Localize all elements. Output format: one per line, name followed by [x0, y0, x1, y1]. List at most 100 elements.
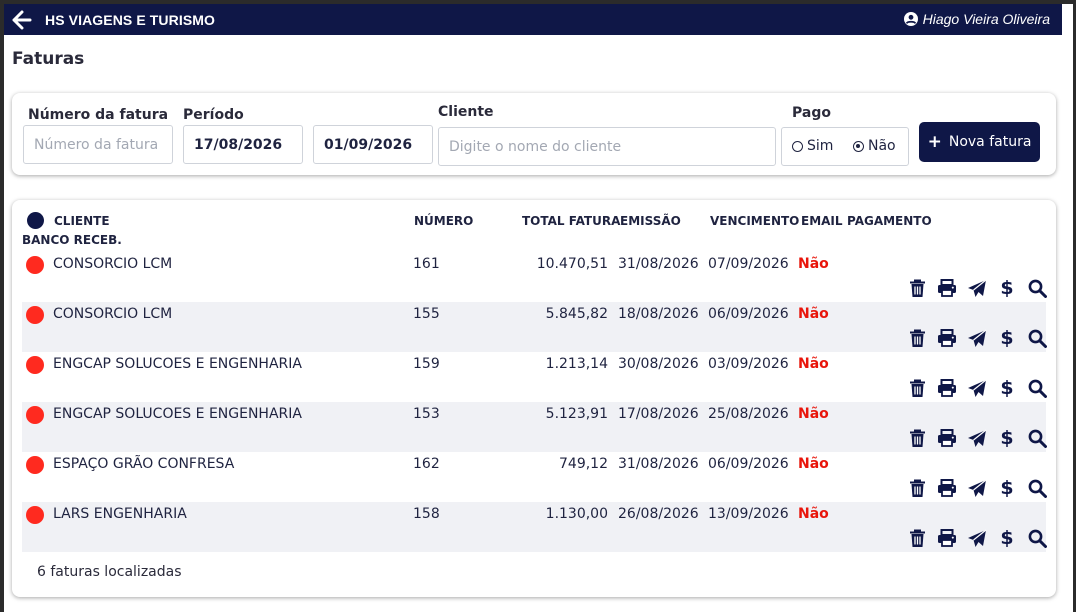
print-icon[interactable] [932, 327, 962, 349]
status-dot [26, 306, 44, 324]
send-icon[interactable] [962, 327, 992, 349]
cell-cliente: ENGCAP SOLUCOES E ENGENHARIA [53, 356, 302, 372]
search-icon[interactable] [1022, 377, 1052, 399]
row-actions: $ [902, 327, 1052, 349]
row-actions: $ [902, 427, 1052, 449]
send-icon[interactable] [962, 527, 992, 549]
cell-total: 749,12 [559, 456, 608, 472]
print-icon[interactable] [932, 527, 962, 549]
status-header-dot [27, 212, 44, 229]
cell-total: 10.470,51 [536, 256, 608, 272]
cell-emissao: 18/08/2026 [618, 306, 699, 322]
cell-cliente: ESPAÇO GRÃO CONFRESA [53, 456, 235, 472]
status-dot [26, 406, 44, 424]
cell-total: 5.845,82 [545, 306, 608, 322]
cell-vencimento: 06/09/2026 [708, 456, 789, 472]
cell-cliente: LARS ENGENHARIA [53, 506, 187, 522]
invoice-row[interactable]: LARS ENGENHARIA 158 1.130,00 26/08/2026 … [22, 502, 1047, 552]
cliente-label: Cliente [438, 104, 494, 120]
periodo-label: Período [183, 107, 244, 123]
dollar-icon[interactable]: $ [992, 427, 1022, 449]
search-icon[interactable] [1022, 427, 1052, 449]
cell-cliente: CONSORCIO LCM [53, 306, 173, 322]
row-actions: $ [902, 277, 1052, 299]
cell-cliente: ENGCAP SOLUCOES E ENGENHARIA [53, 406, 302, 422]
send-icon[interactable] [962, 377, 992, 399]
cell-vencimento: 13/09/2026 [708, 506, 789, 522]
user-avatar-icon [903, 12, 918, 26]
cell-email: Não [798, 506, 829, 522]
print-icon[interactable] [932, 477, 962, 499]
cell-numero: 161 [413, 256, 440, 272]
pago-nao-option[interactable]: Não [853, 138, 896, 154]
invoice-row[interactable]: CONSORCIO LCM 155 5.845,82 18/08/2026 06… [22, 302, 1047, 352]
pago-sim-option[interactable]: Sim [792, 138, 833, 154]
company-name: HS VIAGENS E TURISMO [45, 12, 216, 28]
trash-icon[interactable] [902, 327, 932, 349]
trash-icon[interactable] [902, 377, 932, 399]
search-icon[interactable] [1022, 477, 1052, 499]
dollar-icon[interactable]: $ [992, 327, 1022, 349]
invoice-row[interactable]: CONSORCIO LCM 161 10.470,51 31/08/2026 0… [22, 252, 1047, 302]
cell-emissao: 30/08/2026 [618, 356, 699, 372]
row-actions: $ [902, 477, 1052, 499]
status-dot [26, 256, 44, 274]
periodo-inicio-input[interactable] [183, 125, 303, 164]
header-vencimento: VENCIMENTO [710, 214, 800, 228]
trash-icon[interactable] [902, 527, 932, 549]
dollar-icon[interactable]: $ [992, 527, 1022, 549]
send-icon[interactable] [962, 477, 992, 499]
send-icon[interactable] [962, 427, 992, 449]
header-email: EMAIL [801, 214, 843, 228]
header-numero: NÚMERO [414, 214, 474, 228]
dollar-icon[interactable]: $ [992, 477, 1022, 499]
trash-icon[interactable] [902, 277, 932, 299]
cell-emissao: 26/08/2026 [618, 506, 699, 522]
cell-vencimento: 03/09/2026 [708, 356, 789, 372]
dollar-icon[interactable]: $ [992, 277, 1022, 299]
cell-email: Não [798, 406, 829, 422]
pago-sim-label: Sim [807, 138, 834, 154]
status-dot [26, 356, 44, 374]
header-pagamento: PAGAMENTO [847, 214, 932, 228]
trash-icon[interactable] [902, 477, 932, 499]
nova-fatura-label: Nova fatura [948, 134, 1032, 150]
invoice-row[interactable]: ENGCAP SOLUCOES E ENGENHARIA 159 1.213,1… [22, 352, 1047, 402]
print-icon[interactable] [932, 277, 962, 299]
row-actions: $ [902, 377, 1052, 399]
print-icon[interactable] [932, 377, 962, 399]
cell-vencimento: 25/08/2026 [708, 406, 789, 422]
search-icon[interactable] [1022, 327, 1052, 349]
numero-fatura-input[interactable] [23, 125, 173, 164]
radio-sim[interactable] [792, 140, 803, 152]
invoice-row[interactable]: ESPAÇO GRÃO CONFRESA 162 749,12 31/08/20… [22, 452, 1047, 502]
cell-email: Não [798, 356, 829, 372]
cell-total: 1.213,14 [545, 356, 608, 372]
user-name: Hiago Vieira Oliveira [922, 11, 1050, 27]
invoice-row[interactable]: ENGCAP SOLUCOES E ENGENHARIA 153 5.123,9… [22, 402, 1047, 452]
cell-email: Não [798, 306, 829, 322]
radio-nao-selected[interactable] [853, 140, 864, 152]
cell-email: Não [798, 456, 829, 472]
send-icon[interactable] [962, 277, 992, 299]
cliente-search-input[interactable] [438, 127, 776, 166]
pago-radio-group: Sim Não [781, 127, 909, 166]
cell-total: 1.130,00 [545, 506, 608, 522]
cell-vencimento: 07/09/2026 [708, 256, 789, 272]
periodo-fim-input[interactable] [313, 125, 433, 164]
back-arrow-icon[interactable] [12, 10, 32, 30]
pago-label: Pago [792, 105, 831, 121]
search-icon[interactable] [1022, 527, 1052, 549]
nova-fatura-button[interactable]: + Nova fatura [919, 122, 1040, 162]
cell-total: 5.123,91 [545, 406, 608, 422]
dollar-icon[interactable]: $ [992, 377, 1022, 399]
print-icon[interactable] [932, 427, 962, 449]
top-bar: HS VIAGENS E TURISMO Hiago Vieira Olivei… [4, 4, 1062, 35]
cell-numero: 159 [413, 356, 440, 372]
status-dot [26, 506, 44, 524]
row-actions: $ [902, 527, 1052, 549]
header-cliente: CLIENTE [54, 214, 110, 228]
search-icon[interactable] [1022, 277, 1052, 299]
trash-icon[interactable] [902, 427, 932, 449]
user-menu[interactable]: Hiago Vieira Oliveira [903, 11, 1050, 27]
